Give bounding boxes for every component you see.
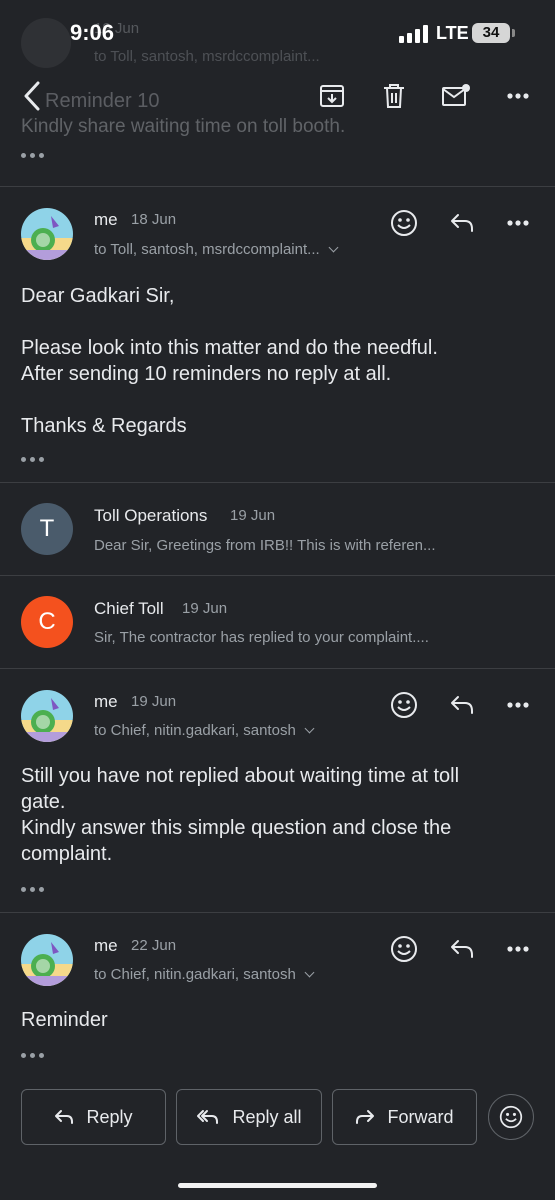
forward-button[interactable]: Forward [332,1089,477,1145]
more-vert-icon[interactable] [502,689,534,721]
body-line: After sending 10 reminders no reply at a… [21,363,392,385]
reply-all-button[interactable]: Reply all [176,1089,322,1145]
status-time: 9:06 [70,20,115,45]
body-line [21,387,438,413]
body-line: Please look into this matter and do the … [21,337,438,359]
archive-icon[interactable] [316,80,348,112]
reply-button[interactable]: Reply [21,1089,166,1145]
message-body: Still you have not replied about waiting… [21,763,459,867]
emoji-icon [499,1105,523,1129]
more-vert-icon[interactable] [502,80,534,112]
sender-name: me [94,692,118,711]
divider [0,668,555,669]
mark-unread-icon[interactable] [440,80,472,112]
divider [0,186,555,187]
avatar[interactable] [21,690,73,742]
sender-name: Chief Toll [94,599,164,618]
sender-name: me [94,210,118,229]
message-body: Dear Gadkari Sir, Please look into this … [21,283,438,439]
message-body: Reminder [21,1007,108,1033]
back-arrow-icon[interactable] [14,78,50,114]
message-snippet: Dear Sir, Greetings from IRB!! This is w… [94,537,436,554]
message-date: 19 Jun [182,600,228,617]
reply-icon[interactable] [446,207,478,239]
recipients-text: to Toll, santosh, msrdccomplaint... [94,241,320,258]
avatar: C [21,596,73,648]
ghost-subject: Reminder 10 [45,90,160,112]
recipients-toggle[interactable]: to Toll, santosh, msrdccomplaint... [94,241,339,258]
reply-all-icon [197,1110,219,1124]
sender-name: Toll Operations [94,506,208,525]
show-trimmed-dots[interactable] [21,1050,47,1060]
body-line: Kindly answer this simple question and c… [21,817,452,839]
avatar[interactable] [21,934,73,986]
body-line: Reminder [21,1009,108,1031]
network-label: LTE [436,23,469,43]
chevron-down-icon [328,242,339,253]
home-indicator[interactable] [178,1183,377,1188]
battery-icon: 34 [472,23,510,43]
show-trimmed-dots[interactable] [21,884,47,894]
message-snippet: Sir, The contractor has replied to your … [94,629,429,646]
reply-icon [55,1110,74,1124]
forward-icon [356,1110,375,1124]
body-line: Dear Gadkari Sir, [21,285,175,307]
emoji-react-icon[interactable] [388,207,420,239]
message-date: 22 Jun [131,937,177,954]
status-bar: 9:06 LTE 34 [0,0,555,64]
recipients-text: to Chief, nitin.gadkari, santosh [94,966,296,983]
more-vert-icon[interactable] [502,207,534,239]
body-line: complaint. [21,843,113,865]
message-date: 18 Jun [131,211,177,228]
signal-icon [399,25,429,43]
trash-icon[interactable] [378,80,410,112]
message-date: 19 Jun [230,507,276,524]
reply-icon[interactable] [446,933,478,965]
more-vert-icon[interactable] [502,933,534,965]
body-line: Thanks & Regards [21,415,187,437]
forward-label: Forward [387,1106,454,1127]
chevron-down-icon [304,723,315,734]
reply-icon[interactable] [446,689,478,721]
avatar: T [21,503,73,555]
recipients-toggle[interactable]: to Chief, nitin.gadkari, santosh [94,722,315,739]
recipients-toggle[interactable]: to Chief, nitin.gadkari, santosh [94,966,315,983]
chevron-down-icon [304,967,315,978]
ghost-expand-dots[interactable] [21,150,47,160]
battery-nub [512,29,515,37]
recipients-text: to Chief, nitin.gadkari, santosh [94,722,296,739]
show-trimmed-dots[interactable] [21,454,47,464]
ghost-body: Kindly share waiting time on toll booth. [21,116,346,137]
emoji-reaction-button[interactable] [488,1094,534,1140]
reply-all-label: Reply all [232,1106,302,1127]
reply-label: Reply [86,1106,133,1127]
divider [0,912,555,913]
emoji-react-icon[interactable] [388,689,420,721]
body-line: gate. [21,791,66,813]
avatar[interactable] [21,208,73,260]
body-line [21,309,438,335]
divider [0,482,555,483]
message-date: 19 Jun [131,693,177,710]
emoji-react-icon[interactable] [388,933,420,965]
divider [0,575,555,576]
body-line: Still you have not replied about waiting… [21,765,460,787]
sender-name: me [94,936,118,955]
